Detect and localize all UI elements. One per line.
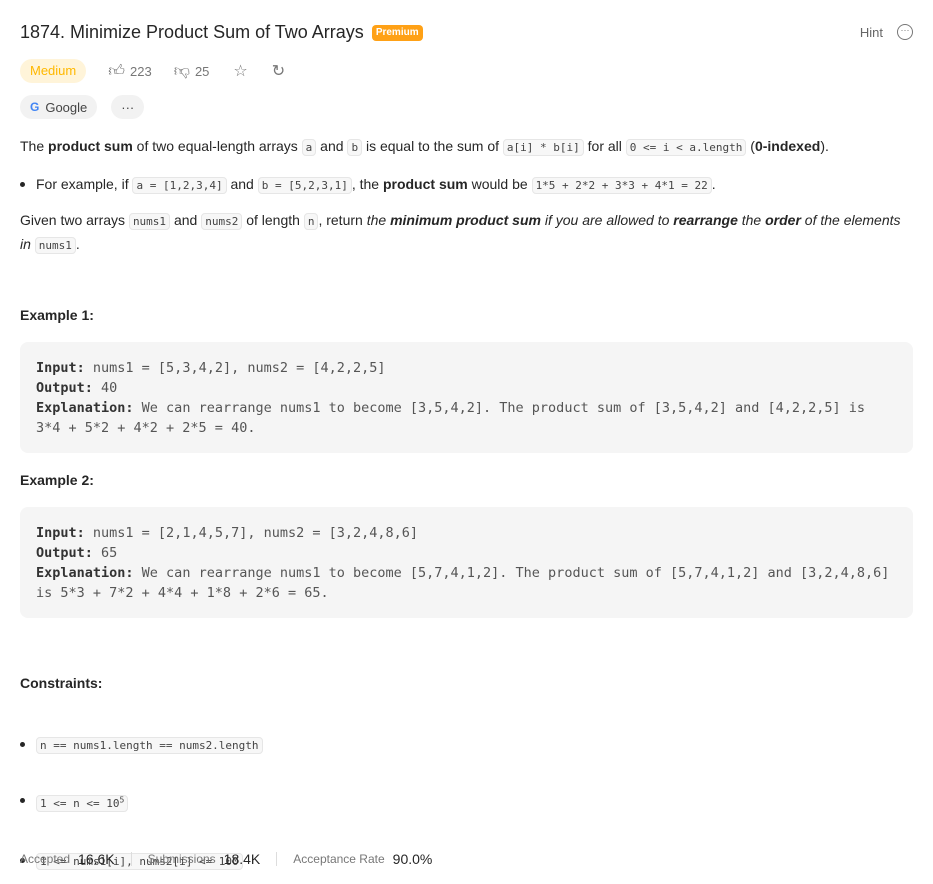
example-2-block: Input: nums1 = [2,1,4,5,7], nums2 = [3,2…	[20, 507, 913, 618]
acceptance-rate: 90.0%	[392, 851, 433, 867]
difficulty-badge: Medium	[20, 59, 87, 83]
problem-title-row: 1874. Minimize Product Sum of Two Arrays…	[20, 22, 423, 43]
example-2-heading: Example 2:	[20, 472, 94, 488]
submissions-count: 18.4K	[223, 851, 261, 867]
company-tag-google[interactable]: G Google	[20, 95, 98, 119]
example-1-block: Input: nums1 = [5,3,4,2], nums2 = [4,2,2…	[20, 342, 913, 453]
hint-button[interactable]: Hint	[860, 25, 883, 40]
problem-title: 1874. Minimize Product Sum of Two Arrays	[20, 22, 364, 42]
star-icon[interactable]: ☆	[233, 61, 247, 81]
example-bullet: For example, if a = [1,2,3,4] and b = [5…	[20, 173, 913, 197]
dislike-button[interactable]: 👎︎ 25	[174, 62, 210, 81]
more-options-icon[interactable]: ···	[897, 24, 913, 40]
stats-footer: Accepted 16.6K Submissions 18.4K Acceptanc…	[20, 851, 433, 867]
share-icon[interactable]: ↻	[272, 61, 285, 81]
more-tags-button[interactable]: ···	[111, 95, 145, 119]
thumbs-down-icon: 👎︎	[173, 62, 190, 80]
premium-badge[interactable]: Premium	[371, 24, 423, 41]
thumbs-up-icon: 👍︎	[108, 62, 125, 80]
accepted-count: 16.6K	[78, 851, 115, 867]
task-paragraph: Given two arrays nums1 and nums2 of leng…	[20, 212, 901, 254]
constraints-heading: Constraints:	[20, 675, 103, 691]
google-icon: G	[30, 100, 40, 114]
example-1-heading: Example 1:	[20, 307, 94, 323]
constraint-item: n == nums1.length == nums2.length	[20, 733, 933, 757]
constraint-item: 1 <= n <= 105	[20, 789, 933, 815]
like-button[interactable]: 👍︎ 223	[108, 62, 151, 81]
description-paragraph: The product sum of two equal-length arra…	[20, 138, 829, 156]
